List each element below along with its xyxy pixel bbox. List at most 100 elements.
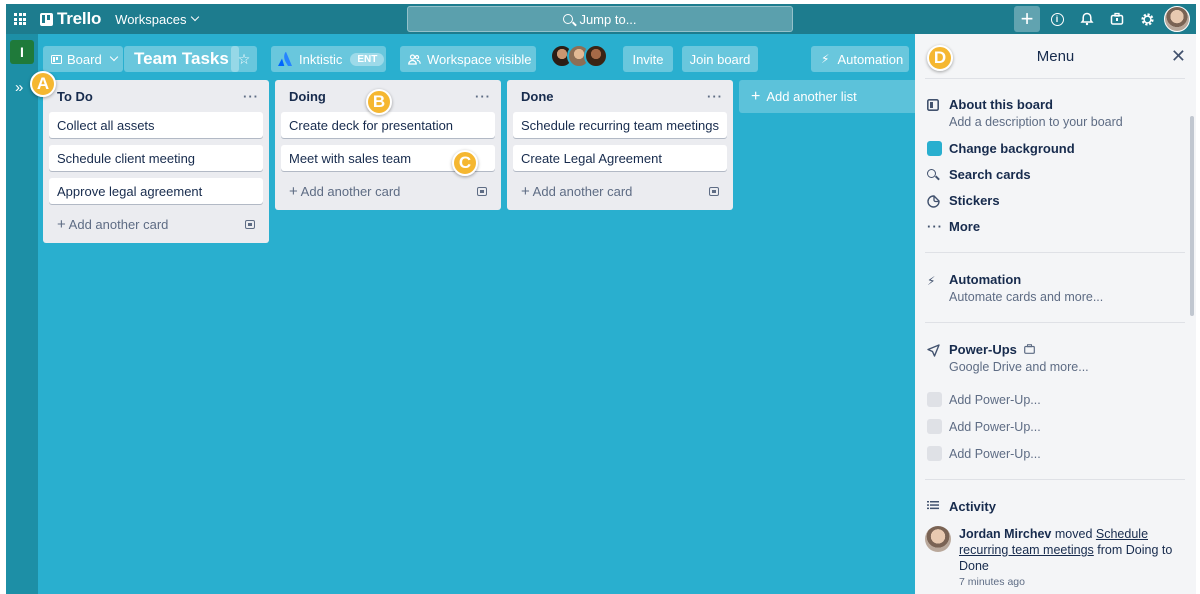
workspace-name: Inktistic [299, 51, 343, 67]
more-item[interactable]: ··· More [925, 219, 1185, 234]
about-board-item[interactable]: About this board Add a description to yo… [925, 97, 1185, 129]
power-ups-item[interactable]: Power-Ups Google Drive and more... [925, 342, 1185, 374]
trello-logo[interactable]: Trello [40, 9, 101, 29]
add-power-up-label: Add Power-Up... [949, 393, 1041, 407]
create-button[interactable]: + [1014, 6, 1040, 32]
search-cards-label: Search cards [949, 167, 1031, 182]
automation-button[interactable]: ⚡ Automation [811, 46, 909, 72]
join-board-button[interactable]: Join board [682, 46, 758, 72]
sticker-icon [927, 195, 940, 208]
menu-scrollbar[interactable] [1190, 116, 1194, 316]
list-title[interactable]: Doing [289, 89, 326, 104]
member-avatar[interactable] [584, 44, 608, 68]
add-power-up-item[interactable]: Add Power-Up... [925, 419, 1185, 434]
add-power-up-label: Add Power-Up... [949, 447, 1041, 461]
placeholder-icon [927, 446, 942, 461]
chevron-down-icon [191, 12, 200, 22]
add-list-button[interactable]: + Add another list [739, 80, 919, 113]
workspace-button[interactable]: Inktistic ENT [271, 46, 386, 72]
add-card-label: Add another card [532, 183, 633, 199]
card[interactable]: Schedule recurring team meetings [513, 112, 727, 138]
chevron-down-icon [109, 52, 118, 62]
power-ups-label: Power-Ups [949, 342, 1017, 357]
add-card-button[interactable]: + Add another card [49, 211, 263, 237]
add-card-label: Add another card [68, 216, 169, 232]
visibility-label: Workspace visible [427, 51, 532, 67]
rocket-icon [927, 344, 940, 357]
workspaces-menu[interactable]: Workspaces [115, 11, 200, 27]
activity-text: Jordan Mirchev moved Schedule recurring … [959, 526, 1179, 574]
activity-verb: moved [1054, 527, 1093, 541]
jump-to-search[interactable]: Jump to... [407, 6, 793, 32]
info-button[interactable]: i [1044, 6, 1070, 32]
settings-button[interactable] [1134, 6, 1160, 32]
add-power-up-item[interactable]: Add Power-Up... [925, 392, 1185, 407]
callout-d: D [927, 45, 953, 71]
card[interactable]: Approve legal agreement [49, 178, 263, 204]
invite-button[interactable]: Invite [623, 46, 673, 72]
card[interactable]: Collect all assets [49, 112, 263, 138]
plus-icon: + [289, 182, 298, 200]
user-avatar[interactable] [1164, 6, 1190, 32]
atlassian-switcher-button[interactable] [1104, 6, 1130, 32]
more-icon[interactable]: ··· [243, 89, 259, 104]
list-done: Done ··· Schedule recurring team meeting… [507, 80, 733, 210]
more-icon: ··· [927, 219, 943, 234]
menu-header: Menu ✕ [915, 34, 1196, 78]
background-swatch-icon [927, 141, 942, 156]
activity-header: Activity [925, 499, 1185, 514]
close-icon[interactable]: ✕ [1171, 46, 1186, 67]
board-title[interactable]: Team Tasks [124, 46, 239, 72]
card[interactable]: Create deck for presentation [281, 112, 495, 138]
power-ups-sub: Google Drive and more... [949, 360, 1089, 374]
automation-item[interactable]: ⚡ Automation Automate cards and more... [925, 272, 1185, 304]
add-power-up-item[interactable]: Add Power-Up... [925, 446, 1185, 461]
search-cards-item[interactable]: Search cards [925, 167, 1185, 182]
add-card-button[interactable]: + Add another card [513, 178, 727, 204]
card[interactable]: Schedule client meeting [49, 145, 263, 171]
star-button[interactable]: ☆ [231, 46, 257, 72]
workspace-tile[interactable]: I [10, 40, 34, 64]
change-background-item[interactable]: Change background [925, 141, 1185, 156]
lightning-icon: ⚡ [927, 274, 936, 288]
activity-label: Activity [949, 499, 996, 514]
add-card-button[interactable]: + Add another card [281, 178, 495, 204]
app-frame: Trello Workspaces Jump to... + i I » Boa… [6, 4, 1196, 594]
automation-label: Automation [837, 51, 904, 67]
list-title[interactable]: Done [521, 89, 554, 104]
stickers-item[interactable]: Stickers [925, 193, 1185, 208]
workspaces-label: Workspaces [115, 11, 187, 27]
card-template-icon[interactable] [245, 219, 255, 229]
card[interactable]: Create Legal Agreement [513, 145, 727, 171]
list-header[interactable]: To Do ··· [49, 80, 263, 112]
star-icon: ☆ [237, 50, 251, 67]
list-title[interactable]: To Do [57, 89, 93, 104]
more-label: More [949, 219, 981, 234]
add-card-label: Add another card [300, 183, 401, 199]
app-switcher-icon[interactable] [14, 13, 26, 25]
top-nav: Trello Workspaces Jump to... + i [6, 4, 1196, 34]
visibility-button[interactable]: Workspace visible [400, 46, 536, 72]
expand-sidebar-icon[interactable]: » [15, 79, 23, 96]
more-icon[interactable]: ··· [707, 89, 723, 104]
board-icon [927, 99, 939, 111]
trello-logo-icon [40, 12, 53, 26]
automation-label: Automation [949, 272, 1022, 287]
board-view-switcher[interactable]: Board [43, 46, 123, 72]
card-template-icon[interactable] [477, 186, 487, 196]
info-icon: i [1050, 12, 1064, 26]
lightning-icon: ⚡ [821, 52, 830, 66]
activity-list-icon [927, 501, 939, 510]
activity-timestamp[interactable]: 7 minutes ago [959, 576, 1179, 588]
search-icon [563, 14, 574, 24]
notifications-button[interactable] [1074, 6, 1100, 32]
more-icon[interactable]: ··· [475, 89, 491, 104]
activity-user-avatar[interactable] [925, 526, 951, 552]
add-list-label: Add another list [766, 89, 857, 104]
automation-sub: Automate cards and more... [949, 290, 1104, 304]
logo-text: Trello [57, 9, 102, 28]
activity-user[interactable]: Jordan Mirchev [959, 527, 1051, 541]
card-template-icon[interactable] [709, 186, 719, 196]
briefcase-icon [1023, 344, 1035, 354]
list-header[interactable]: Done ··· [513, 80, 727, 112]
